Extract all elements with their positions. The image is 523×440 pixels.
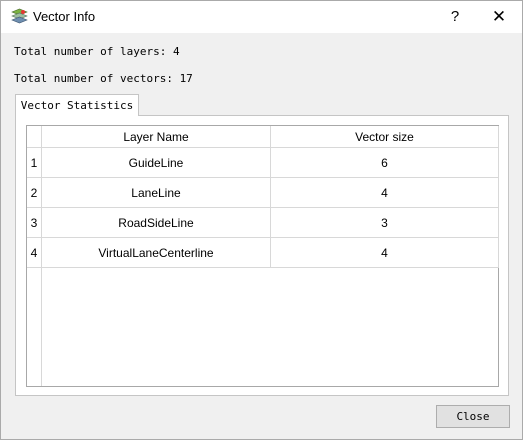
table-cell-size[interactable]: 3 bbox=[271, 208, 499, 238]
row-header[interactable]: 4 bbox=[27, 238, 42, 268]
table-cell-size[interactable]: 4 bbox=[271, 238, 499, 268]
table-cell-layer[interactable]: VirtualLaneCenterline bbox=[42, 238, 271, 268]
row-header[interactable]: 1 bbox=[27, 148, 42, 178]
total-layers-label: Total number of layers: 4 bbox=[14, 45, 180, 58]
row-header[interactable]: 3 bbox=[27, 208, 42, 238]
table-cell-layer[interactable]: LaneLine bbox=[42, 178, 271, 208]
help-button[interactable]: ? bbox=[441, 3, 469, 31]
tab-vector-statistics[interactable]: Vector Statistics bbox=[15, 94, 139, 116]
title-bar: Vector Info ? ✕ bbox=[1, 1, 522, 33]
vector-info-dialog: Vector Info ? ✕ Total number of layers: … bbox=[0, 0, 523, 440]
column-header-vector-size[interactable]: Vector size bbox=[271, 126, 499, 148]
table-cell-size[interactable]: 6 bbox=[271, 148, 499, 178]
table-cell-layer[interactable]: RoadSideLine bbox=[42, 208, 271, 238]
total-vectors-label: Total number of vectors: 17 bbox=[14, 72, 193, 85]
row-header[interactable]: 2 bbox=[27, 178, 42, 208]
map-layers-icon bbox=[11, 8, 28, 24]
column-header-layer-name[interactable]: Layer Name bbox=[42, 126, 271, 148]
close-icon[interactable]: ✕ bbox=[485, 3, 513, 31]
table-cell-size[interactable]: 4 bbox=[271, 178, 499, 208]
row-header-strip bbox=[27, 268, 42, 386]
close-button[interactable]: Close bbox=[436, 405, 510, 428]
vector-table: Layer Name Vector size 1 GuideLine 6 2 L… bbox=[26, 125, 499, 387]
table-cell-layer[interactable]: GuideLine bbox=[42, 148, 271, 178]
window-title: Vector Info bbox=[33, 9, 96, 24]
table-corner[interactable] bbox=[27, 126, 42, 148]
